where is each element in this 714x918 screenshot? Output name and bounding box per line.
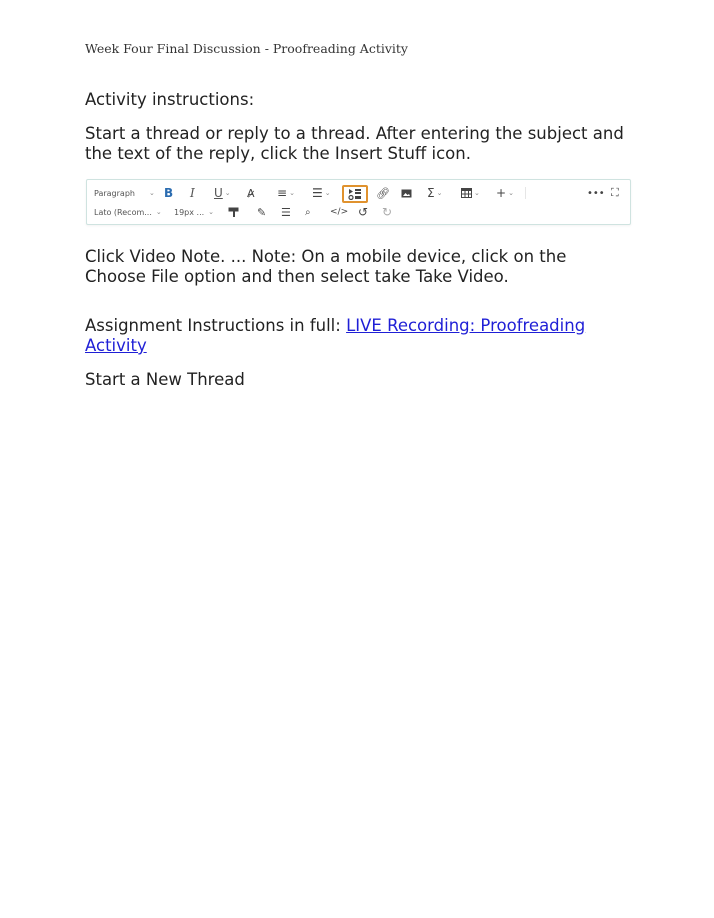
start-new-thread-text: Start a New Thread	[85, 370, 245, 389]
underline-icon: U ⌄	[214, 186, 231, 200]
fullscreen-icon: ⛶	[611, 186, 619, 199]
add-icon: + ⌄	[496, 186, 514, 200]
italic-icon: I	[190, 186, 195, 200]
instruction-paragraph-2: Click Video Note. ... Note: On a mobile …	[85, 247, 567, 286]
undo-icon: ↺	[358, 205, 369, 219]
bold-icon: B	[164, 186, 174, 200]
align-icon: ≡ ⌄	[277, 186, 295, 200]
redo-icon: ↻	[382, 205, 393, 219]
link-icon: 🔗︎	[376, 186, 390, 200]
toolbar-row-1: Paragraph ⌄ B I U ⌄ A̷ ≡ ⌄ ☰ ⌄ 🔗︎ Σ ⌄ ⌄ …	[87, 183, 630, 203]
assignment-instructions: Assignment Instructions in full: LIVE Re…	[85, 316, 630, 356]
insert-stuff-icon	[342, 185, 368, 203]
toolbar-divider	[525, 187, 526, 199]
font-select: Lato (Recom... ⌄	[94, 207, 162, 217]
document-title: Week Four Final Discussion - Proofreadin…	[85, 41, 408, 56]
more-icon: •••	[587, 187, 605, 199]
format-painter-icon	[228, 202, 239, 222]
editor-toolbar-image: Paragraph ⌄ B I U ⌄ A̷ ≡ ⌄ ☰ ⌄ 🔗︎ Σ ⌄ ⌄ …	[86, 179, 631, 225]
table-icon: ⌄	[461, 183, 480, 203]
equation-icon: Σ ⌄	[427, 186, 443, 200]
activity-heading: Activity instructions:	[85, 90, 255, 109]
horizontal-rule-icon: ☰	[281, 205, 291, 219]
highlight-icon: ✎	[257, 205, 267, 219]
find-icon: ⌕	[305, 206, 311, 218]
toolbar-row-2: Lato (Recom... ⌄ 19px ... ⌄ ✎ ☰ ⌕ </> ↺ …	[87, 202, 630, 222]
size-select-label: 19px ...	[174, 207, 205, 217]
paragraph-select-label: Paragraph	[94, 188, 135, 198]
image-icon	[401, 183, 412, 203]
font-select-label: Lato (Recom...	[94, 207, 152, 217]
assignment-prefix: Assignment Instructions in full:	[85, 316, 347, 335]
instruction-paragraph-1: Start a thread or reply to a thread. Aft…	[85, 124, 624, 163]
document-page: Week Four Final Discussion - Proofreadin…	[0, 0, 714, 918]
chevron-down-icon: ⌄	[148, 189, 155, 197]
insert-stuff-glyph-icon	[348, 189, 361, 200]
list-icon: ☰ ⌄	[312, 186, 331, 200]
source-code-icon: </>	[330, 207, 349, 217]
paragraph-select: Paragraph ⌄	[94, 183, 155, 203]
strikethrough-icon: A̷	[247, 186, 255, 200]
size-select: 19px ... ⌄	[174, 207, 215, 217]
